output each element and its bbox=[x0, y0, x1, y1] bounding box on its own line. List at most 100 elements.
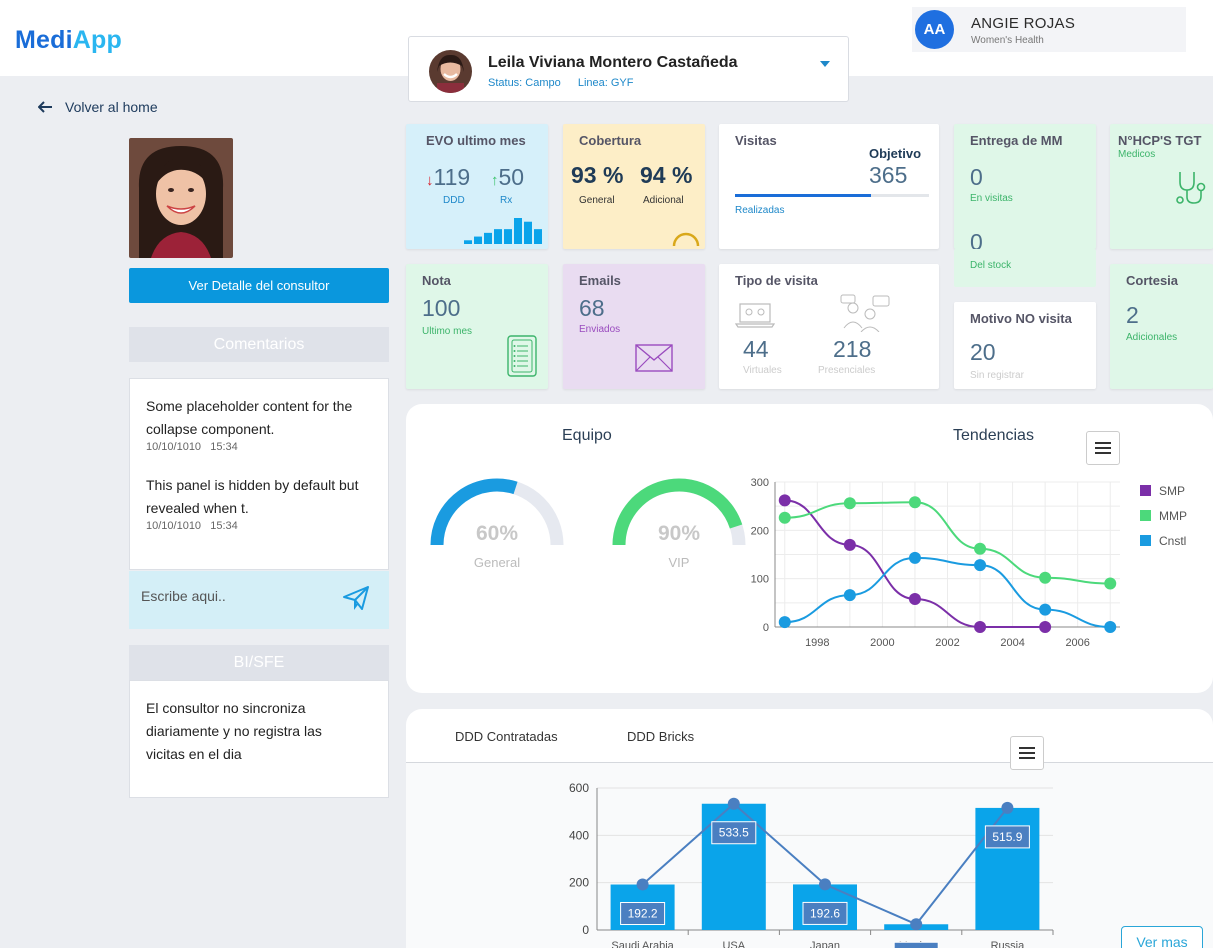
stethoscope-icon bbox=[1176, 172, 1206, 204]
kpi-title: Nota bbox=[422, 273, 451, 288]
data-point bbox=[1039, 571, 1052, 584]
presencial-visits-label: Presenciales bbox=[818, 365, 876, 376]
consultant-meta: Status: Campo Linea: GYF bbox=[488, 77, 647, 89]
gauge-label: General bbox=[474, 555, 520, 570]
courtesy-label: Adicionales bbox=[1126, 332, 1178, 343]
x-tick-label: 1998 bbox=[805, 637, 829, 649]
no-visit-label: Sin registrar bbox=[970, 370, 1024, 381]
data-point bbox=[1039, 621, 1052, 633]
kpi-visit-type-card[interactable]: Tipo de visita 44 Virtuales 218 Presenci… bbox=[719, 264, 939, 389]
data-label: 533.5 bbox=[719, 826, 749, 840]
evo-bar bbox=[484, 232, 492, 244]
consultant-status: Status: Campo bbox=[488, 77, 561, 89]
comment-input[interactable]: Escribe aqui.. bbox=[141, 588, 226, 604]
gauge-label: VIP bbox=[669, 555, 690, 570]
data-point bbox=[727, 797, 740, 810]
emails-value: 68 bbox=[579, 295, 605, 321]
kpi-emails-card[interactable]: Emails 68 Enviados bbox=[563, 264, 705, 389]
legend-label: MMP bbox=[1159, 509, 1187, 523]
kpi-mm-delivery-card-lower: Del stock bbox=[954, 249, 1096, 287]
legend-swatch bbox=[1140, 510, 1151, 521]
kpi-title: Cortesia bbox=[1126, 273, 1179, 288]
comment-text: This panel is hidden by default but reve… bbox=[146, 477, 359, 516]
chevron-down-icon[interactable] bbox=[820, 61, 830, 67]
consultant-line: Linea: GYF bbox=[577, 77, 634, 89]
kpi-title: Motivo NO visita bbox=[970, 311, 1072, 326]
data-point bbox=[636, 878, 649, 891]
trends-menu-button[interactable] bbox=[1086, 431, 1120, 465]
coverage-general-value: 93 % bbox=[571, 162, 624, 188]
tab-ddd-bricks[interactable]: DDD Bricks bbox=[627, 729, 694, 744]
laptop-icon bbox=[735, 303, 775, 328]
data-point bbox=[819, 878, 831, 891]
kpi-title: EVO ultimo mes bbox=[426, 133, 526, 148]
data-point bbox=[1039, 603, 1052, 616]
mm-visits-value: 0 bbox=[970, 164, 983, 190]
kpi-hcp-card[interactable]: N°HCP'S TGT Medicos bbox=[1110, 124, 1213, 249]
arrow-down-icon: ↓ bbox=[426, 172, 434, 189]
arrow-up-icon: ↑ bbox=[491, 172, 499, 189]
visits-target-label: Objetivo bbox=[869, 146, 922, 161]
see-more-button[interactable]: Ver mas bbox=[1121, 926, 1203, 948]
comment-input-box[interactable]: Escribe aqui.. bbox=[129, 571, 389, 629]
data-point bbox=[908, 592, 921, 605]
evo-ddd-label: DDD bbox=[443, 195, 465, 206]
kpi-title: Tipo de visita bbox=[735, 273, 818, 288]
comments-header[interactable]: Comentarios bbox=[129, 327, 389, 362]
evo-bar bbox=[504, 229, 512, 244]
bi-sfe-header[interactable]: BI/SFE bbox=[129, 645, 389, 680]
data-point bbox=[843, 589, 856, 602]
back-home-link[interactable]: Volver al home bbox=[38, 99, 158, 115]
kpi-title: N°HCP'S TGT bbox=[1118, 133, 1202, 148]
y-tick-label: 0 bbox=[582, 923, 589, 937]
kpi-mm-delivery-card[interactable]: Entrega de MM 0 En visitas 0 bbox=[954, 124, 1096, 255]
view-consultant-detail-button[interactable]: Ver Detalle del consultor bbox=[129, 268, 389, 303]
evo-bar bbox=[534, 229, 542, 244]
data-point bbox=[908, 496, 921, 509]
comments-panel: Some placeholder content for the collaps… bbox=[129, 378, 389, 570]
evo-bar bbox=[464, 240, 472, 244]
y-tick-label: 400 bbox=[569, 828, 589, 842]
user-name: ANGIE ROJAS bbox=[971, 15, 1076, 32]
y-tick-label: 0 bbox=[763, 622, 769, 634]
data-label: 192.6 bbox=[810, 906, 840, 920]
user-menu[interactable]: AA ANGIE ROJAS Women's Health bbox=[912, 7, 1186, 52]
comment-timestamp: 10/10/1010 15:34 bbox=[146, 441, 238, 453]
x-tick-label: USA bbox=[722, 940, 745, 948]
virtual-visits-value: 44 bbox=[743, 336, 769, 362]
send-icon[interactable] bbox=[342, 585, 370, 611]
ddd-menu-button[interactable] bbox=[1010, 736, 1044, 770]
kpi-note-card[interactable]: Nota 100 Ultimo mes bbox=[406, 264, 548, 389]
tab-ddd-contratadas[interactable]: DDD Contratadas bbox=[455, 729, 558, 744]
x-tick-label: 2006 bbox=[1065, 637, 1089, 649]
kpi-title: Entrega de MM bbox=[970, 133, 1063, 148]
data-point bbox=[778, 511, 791, 524]
x-tick-label: Saudi Arabia bbox=[611, 940, 674, 948]
y-tick-label: 600 bbox=[569, 781, 589, 795]
comment-text: Some placeholder content for the collaps… bbox=[146, 398, 353, 437]
data-label: 515.9 bbox=[992, 830, 1022, 844]
data-point bbox=[1104, 621, 1117, 633]
kpi-no-visit-card[interactable]: Motivo NO visita 20 Sin registrar bbox=[954, 302, 1096, 389]
user-org: Women's Health bbox=[971, 35, 1044, 46]
kpi-evo-card[interactable]: EVO ultimo mes ↓119 DDD ↑50 Rx bbox=[406, 124, 548, 249]
legend-swatch bbox=[1140, 535, 1151, 546]
kpi-courtesy-card[interactable]: Cortesia 2 Adicionales bbox=[1110, 264, 1213, 389]
data-point bbox=[908, 551, 921, 564]
presencial-visits-value: 218 bbox=[833, 336, 872, 362]
data-point bbox=[778, 616, 791, 629]
consultant-selector[interactable]: Leila Viviana Montero Castañeda Status: … bbox=[408, 36, 849, 102]
app-logo[interactable]: MediApp bbox=[15, 26, 122, 55]
evo-bar bbox=[474, 236, 482, 244]
kpi-coverage-card[interactable]: Cobertura 93 % General 94 % Adicional bbox=[563, 124, 705, 249]
comment-item: This panel is hidden by default but reve… bbox=[146, 474, 378, 532]
visits-done-label: Realizadas bbox=[735, 205, 785, 216]
trends-title: Tendencias bbox=[953, 427, 1034, 444]
evo-bar bbox=[514, 218, 522, 244]
coverage-adicional-label: Adicional bbox=[643, 195, 684, 206]
y-tick-label: 200 bbox=[751, 525, 769, 537]
avatar: AA bbox=[915, 10, 954, 49]
note-label: Ultimo mes bbox=[422, 326, 473, 337]
x-tick-label: 2004 bbox=[1000, 637, 1024, 649]
kpi-visits-card[interactable]: Visitas Objetivo 365 Realizadas bbox=[719, 124, 939, 249]
